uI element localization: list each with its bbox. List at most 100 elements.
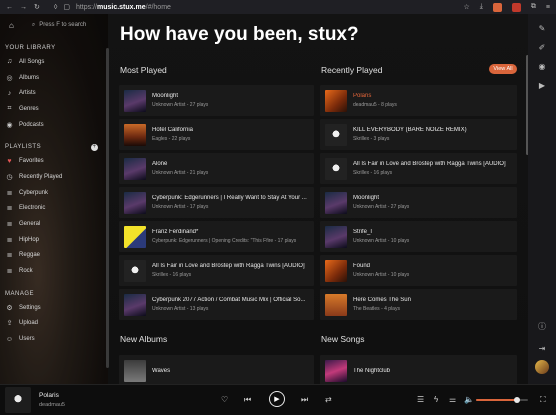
- sidebar-playlist-item[interactable]: ≣ Electronic: [0, 201, 108, 217]
- download-icon[interactable]: ⤓: [480, 3, 483, 11]
- url-prefix: https://: [75, 3, 97, 11]
- list-icon: ≣: [6, 252, 13, 260]
- volume-knob[interactable]: [513, 397, 520, 403]
- track-subtitle: Unknown Artist - 10 plays: [353, 238, 410, 245]
- track-row[interactable]: All Is Fair in Love and Brostep with Rag…: [320, 152, 517, 185]
- album-art: [325, 123, 347, 146]
- lock-icon: ▢: [63, 4, 70, 11]
- list-icon: ≣: [6, 268, 13, 276]
- sidebar-library-item[interactable]: ♫ All Songs: [0, 54, 108, 70]
- disc-icon: ◎: [6, 74, 13, 82]
- track-row[interactable]: KILL EVERYBODY (BARE NOIZE REMIX) Skrille…: [320, 118, 517, 151]
- repeat-icon[interactable]: ⇄: [325, 395, 332, 404]
- track-row[interactable]: Moonlight Unknown Artist - 27 plays: [119, 85, 314, 117]
- sidebar-playlist-item[interactable]: ≣ HipHop: [0, 232, 108, 248]
- chrome-icon[interactable]: ◉: [537, 61, 547, 71]
- sidebar-manage-item[interactable]: ⇪ Upload: [0, 316, 108, 332]
- right-rail: ✎ ✐ ◉ ▶ ⓘ ⇥: [528, 14, 556, 384]
- previous-icon[interactable]: ⏮: [244, 395, 251, 405]
- track-row[interactable]: Cyberpunk 2077 Action / Combat Music Mix…: [119, 288, 314, 321]
- play-button[interactable]: ▶: [269, 391, 285, 407]
- sidebar-library-item[interactable]: ◎ Albums: [0, 70, 108, 86]
- sidebar-playlist-item[interactable]: ≣ Reggae: [0, 248, 108, 264]
- album-art: [325, 359, 347, 382]
- most-played-list: Moonlight Unknown Artist - 27 plays Hotel …: [119, 85, 314, 321]
- sidebar-library-item[interactable]: ♪ Artists: [0, 85, 108, 101]
- track-subtitle: Unknown Artist - 27 plays: [152, 102, 209, 109]
- sidebar-playlist-label: Favorites: [19, 158, 44, 165]
- sidebar-playlist-item[interactable]: ♥ Favorites: [0, 153, 108, 169]
- edit-icon[interactable]: ✐: [537, 42, 547, 52]
- forward-icon[interactable]: →: [20, 4, 27, 11]
- list-icon: ≣: [6, 189, 13, 197]
- shield-icon: ◊: [53, 3, 58, 11]
- track-title: Here Comes The Sun: [353, 297, 411, 304]
- track-row[interactable]: Here Comes The Sun The Beatles - 4 plays: [320, 288, 517, 321]
- sidebar-playlist-item[interactable]: ≣ Cyberpunk: [0, 185, 108, 201]
- search-placeholder: Press F to search: [39, 22, 87, 28]
- next-icon[interactable]: ⏭: [301, 395, 308, 405]
- extensions-icon[interactable]: ⧉: [531, 3, 536, 11]
- fullscreen-icon[interactable]: ⛶: [540, 395, 546, 405]
- track-row[interactable]: Polaris deadmau5 - 8 plays: [320, 85, 517, 117]
- sidebar-manage-item[interactable]: ☺ Users: [0, 331, 108, 347]
- pen-icon[interactable]: ✎: [537, 23, 547, 33]
- youtube-icon[interactable]: ▶: [537, 80, 547, 90]
- logout-icon[interactable]: ⇥: [537, 343, 547, 353]
- extension-icon[interactable]: [511, 2, 521, 12]
- volume-icon[interactable]: 🔈: [464, 395, 474, 404]
- reload-icon[interactable]: ↻: [34, 3, 40, 11]
- track-row[interactable]: All Is Fair in Love and Brostep with Rag…: [119, 254, 314, 287]
- track-row[interactable]: Alone Unknown Artist - 21 plays: [119, 152, 314, 185]
- track-subtitle: Skrillex - 3 plays: [353, 136, 390, 143]
- sidebar-library-item[interactable]: ⌗ Genres: [0, 101, 108, 117]
- sidebar-playlist-item[interactable]: ◷ Recently Played: [0, 169, 108, 185]
- track-subtitle: Skrillex - 16 plays: [152, 272, 192, 279]
- track-subtitle: Unknown Artist - 13 plays: [152, 306, 209, 313]
- volume-slider[interactable]: [476, 399, 528, 401]
- heart-icon[interactable]: ♡: [221, 395, 228, 404]
- track-subtitle: Unknown Artist - 10 plays: [353, 272, 410, 279]
- queue-icon[interactable]: ☰: [417, 395, 424, 404]
- menu-icon[interactable]: ≡: [546, 4, 550, 11]
- list-icon: ≣: [6, 205, 13, 213]
- track-title: Waves: [152, 367, 171, 374]
- extension-icon[interactable]: [492, 2, 502, 12]
- address-bar[interactable]: ◊ ▢ https://music.stux.me/#/home: [53, 3, 171, 12]
- sidebar-manage-item[interactable]: ⚙ Settings: [0, 300, 108, 316]
- sidebar-playlist-item[interactable]: ≣ General: [0, 216, 108, 232]
- track-row[interactable]: Hotel California Eagles - 22 plays: [119, 118, 314, 151]
- view-all-button[interactable]: View All: [489, 64, 517, 74]
- avatar[interactable]: [535, 360, 549, 374]
- track-subtitle: Unknown Artist - 17 plays: [152, 204, 209, 211]
- recently-played-list: Polaris deadmau5 - 8 plays KILL EVERYBODY …: [320, 85, 517, 321]
- info-icon[interactable]: ⓘ: [537, 321, 547, 331]
- album-art: [124, 89, 146, 112]
- now-playing-art: [5, 387, 31, 413]
- manage-heading: MANAGE: [5, 290, 35, 297]
- equalizer-icon[interactable]: ⚌: [449, 395, 456, 404]
- track-title: The Nightclub: [353, 367, 391, 374]
- new-albums-heading: New Albums: [120, 334, 168, 344]
- music-note-icon: ♫: [6, 58, 13, 66]
- track-row[interactable]: The Nightclub: [320, 355, 517, 384]
- bookmark-star-icon[interactable]: ☆: [464, 3, 470, 11]
- home-icon[interactable]: ⌂: [9, 21, 14, 30]
- add-playlist-button[interactable]: +: [91, 143, 98, 151]
- sidebar-playlist-item[interactable]: ≣ Rock: [0, 263, 108, 279]
- search-input[interactable]: ⌕ Press F to search: [32, 22, 86, 29]
- sidebar-playlist-label: Electronic: [19, 205, 46, 212]
- track-row[interactable]: Moonlight Unknown Artist - 27 plays: [320, 186, 517, 219]
- sidebar-library-item[interactable]: ◉ Podcasts: [0, 117, 108, 133]
- back-icon[interactable]: ←: [6, 4, 13, 11]
- track-row[interactable]: Found Unknown Artist - 10 plays: [320, 254, 517, 287]
- library-heading: YOUR LIBRARY: [5, 45, 56, 51]
- lightning-icon[interactable]: ϟ: [434, 395, 438, 404]
- track-row[interactable]: Cyberpunk: Edgerunners | I Really Want t…: [119, 186, 314, 219]
- track-row[interactable]: Waves: [119, 355, 314, 384]
- album-art: [124, 293, 146, 316]
- main-content: How have you been, stux? Most Played Rec…: [108, 14, 528, 384]
- album-art: [325, 89, 347, 112]
- track-row[interactable]: Strife_I Unknown Artist - 10 plays: [320, 220, 517, 253]
- track-row[interactable]: Franz Ferdinand* Cyberpunk: Edgerunners |…: [119, 220, 314, 253]
